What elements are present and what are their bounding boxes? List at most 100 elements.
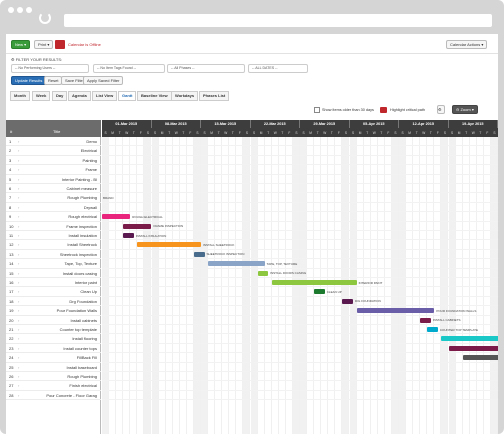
table-row[interactable]: 23 › Install counter tops [6, 344, 101, 354]
refresh-icon[interactable] [39, 12, 51, 24]
row-expand-icon[interactable]: › [18, 175, 19, 184]
table-row[interactable]: 28 › Pour Concrete - Floor Garag [6, 391, 101, 401]
table-row[interactable]: 10 › Frame inspection [6, 222, 101, 231]
table-row[interactable]: 2 › Electrical [6, 146, 101, 156]
row-expand-icon[interactable]: › [18, 363, 19, 372]
gear-icon[interactable]: ⚙ [437, 105, 445, 114]
row-expand-icon[interactable]: › [18, 353, 19, 362]
row-expand-icon[interactable]: › [18, 184, 19, 193]
filter-title[interactable]: ⚙ FILTER YOUR RESULTS: [11, 57, 62, 62]
gantt-bar[interactable] [123, 223, 152, 229]
row-expand-icon[interactable]: › [18, 231, 19, 240]
table-row[interactable]: 1 › Demo [6, 137, 101, 147]
gantt-bar[interactable] [208, 261, 265, 267]
window-dot-icon[interactable] [8, 7, 14, 13]
gantt-bar[interactable] [102, 214, 131, 220]
show-older-checkbox[interactable] [314, 107, 320, 113]
table-row[interactable]: 14 › Tape, Top, Texture [6, 259, 101, 269]
table-row[interactable]: 16 › Interior paint [6, 278, 101, 288]
tab-gantt[interactable]: Gantt [118, 91, 137, 101]
table-row[interactable]: 4 › Frame [6, 165, 101, 175]
row-expand-icon[interactable]: › [18, 334, 19, 343]
apply-saved-filter-button[interactable]: Apply Saved Filter [83, 76, 124, 85]
table-row[interactable]: 15 › Install doors casing [6, 269, 101, 278]
row-expand-icon[interactable]: › [18, 165, 19, 174]
window-dot-icon[interactable] [26, 7, 32, 13]
row-expand-icon[interactable]: › [18, 193, 19, 202]
row-expand-icon[interactable]: › [18, 137, 19, 146]
row-expand-icon[interactable]: › [18, 391, 19, 400]
row-expand-icon[interactable]: › [18, 269, 19, 278]
tab-workdays[interactable]: Workdays [171, 91, 199, 101]
gantt-bar[interactable] [193, 251, 205, 257]
row-expand-icon[interactable]: › [18, 325, 19, 334]
zoom-button[interactable]: ⊖ Zoom ▾ [452, 105, 478, 114]
table-row[interactable]: 17 › Clean Up [6, 287, 101, 297]
gantt-bar[interactable] [314, 289, 325, 295]
table-row[interactable]: 11 › Install insulation [6, 231, 101, 241]
tab-day[interactable]: Day [52, 91, 68, 101]
row-expand-icon[interactable]: › [18, 306, 19, 315]
table-row[interactable]: 5 › Interior Painting - Bl [6, 175, 101, 184]
gantt-bar[interactable] [462, 355, 498, 361]
gantt-bar[interactable] [342, 298, 354, 304]
gantt-bar[interactable] [356, 308, 435, 314]
table-row[interactable]: 25 › Install baseboard [6, 363, 101, 372]
table-row[interactable]: 19 › Pour Foundation Walls [6, 306, 101, 316]
col-title-header[interactable]: Title [53, 129, 60, 134]
critical-path-icon[interactable] [380, 107, 387, 113]
gantt-bar[interactable] [137, 242, 201, 248]
window-dot-icon[interactable] [17, 7, 23, 13]
table-row[interactable]: 18 › Drg Foundation [6, 297, 101, 307]
table-row[interactable]: 13 › Sheetrock inspection [6, 250, 101, 260]
new-button[interactable]: New ▾ [11, 40, 31, 49]
table-row[interactable]: 24 › FillBack Fill [6, 353, 101, 363]
calendar-actions-button[interactable]: Calendar Actions ▾ [446, 40, 488, 49]
table-row[interactable]: 26 › Rough Plumbing [6, 372, 101, 382]
gantt-bar[interactable] [271, 280, 357, 285]
tab-baseline-view[interactable]: Baseline View [137, 91, 172, 101]
row-expand-icon[interactable]: › [18, 297, 19, 306]
row-expand-icon[interactable]: › [18, 212, 19, 221]
phases-select[interactable]: -- All Phases -- [167, 64, 245, 73]
gantt-bar[interactable] [441, 336, 498, 342]
print-button[interactable]: Print ▾ [34, 40, 54, 49]
tab-week[interactable]: Week [32, 91, 51, 101]
address-bar[interactable] [64, 14, 492, 27]
table-row[interactable]: 20 › Install cabinets [6, 316, 101, 325]
row-expand-icon[interactable]: › [18, 156, 19, 165]
row-expand-icon[interactable]: › [18, 259, 19, 268]
reset-button[interactable]: Reset [44, 76, 63, 85]
update-results-button[interactable]: Update Results [11, 76, 47, 85]
row-expand-icon[interactable]: › [18, 222, 19, 231]
tab-month[interactable]: Month [10, 91, 30, 101]
gantt-bar[interactable] [123, 233, 134, 238]
table-row[interactable]: 3 › Painting [6, 156, 101, 166]
row-expand-icon[interactable]: › [18, 372, 19, 381]
item-tags-select[interactable]: -- No Item Tags Found -- [93, 64, 165, 73]
row-expand-icon[interactable]: › [18, 381, 19, 390]
table-row[interactable]: 8 › Drywall [6, 203, 101, 213]
col-number-header[interactable]: # [10, 129, 12, 134]
row-expand-icon[interactable]: › [18, 316, 19, 325]
table-row[interactable]: 9 › Rough electrical [6, 212, 101, 222]
table-row[interactable]: 22 › Install flooring [6, 334, 101, 344]
tab-agenda[interactable]: Agenda [68, 91, 91, 101]
row-expand-icon[interactable]: › [18, 146, 19, 155]
table-row[interactable]: 7 › Rough Plumbing [6, 193, 101, 203]
gantt-bar[interactable] [448, 345, 498, 351]
gantt-bar[interactable] [420, 317, 431, 323]
gantt-bar[interactable] [427, 327, 438, 332]
row-expand-icon[interactable]: › [18, 240, 19, 249]
table-row[interactable]: 21 › Counter top template [6, 325, 101, 335]
table-row[interactable]: 12 › Install Sheetrock [6, 240, 101, 250]
performing-users-select[interactable]: -- No Performing Users -- [11, 64, 89, 73]
dates-select[interactable]: -- ALL DATES -- [248, 64, 308, 73]
gantt-bar[interactable] [257, 270, 269, 276]
tab-list-view[interactable]: List View [92, 91, 118, 101]
row-expand-icon[interactable]: › [18, 278, 19, 287]
tab-phases-list[interactable]: Phases List [199, 91, 230, 101]
row-expand-icon[interactable]: › [18, 203, 19, 212]
row-expand-icon[interactable]: › [18, 344, 19, 353]
row-expand-icon[interactable]: › [18, 287, 19, 296]
